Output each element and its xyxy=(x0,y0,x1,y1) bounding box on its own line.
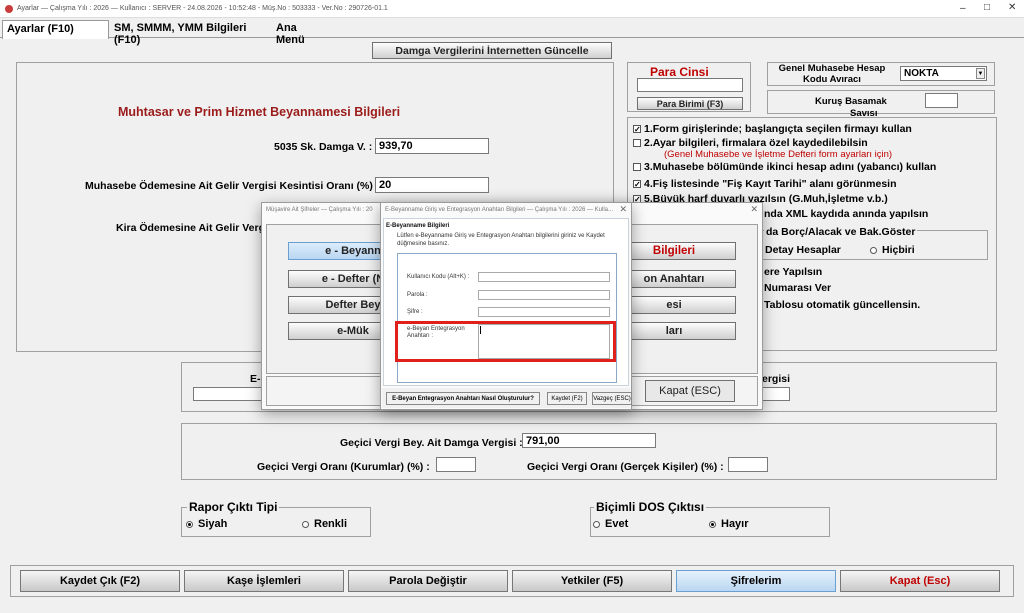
tab-ana-menu[interactable]: Ana Menü xyxy=(272,20,332,46)
tab-ayarlar[interactable]: Ayarlar (F10) xyxy=(2,20,109,39)
gecici-gercek-label: Geçici Vergi Oranı (Gerçek Kişiler) (%) … xyxy=(527,461,724,473)
option-3-label: 3.Muhasebe bölümünde ikinci hesap adını … xyxy=(644,161,937,173)
radio-hicbiri[interactable]: Hiçbiri xyxy=(870,244,915,256)
parola-degistir-button[interactable]: Parola Değiştir xyxy=(348,570,508,592)
radio-evet[interactable]: Evet xyxy=(593,518,628,530)
siyah-label: Siyah xyxy=(198,518,228,530)
vergisi-label: ergisi xyxy=(762,373,791,385)
option-tablosu-label: Tablosu otomatik güncellensin. xyxy=(764,299,921,311)
e-beyan-input-right[interactable] xyxy=(760,387,790,401)
dialog-close-icon[interactable]: ✕ xyxy=(750,204,758,215)
kullanici-kodu-label: Kullanıcı Kodu (Alt+K) : xyxy=(407,274,470,280)
musavir-kapat-button[interactable]: Kapat (ESC) xyxy=(645,380,735,402)
e-beyanname-close-icon[interactable]: ✕ xyxy=(619,204,627,215)
option-xml-label: nda XML kaydıda anında yapılsın xyxy=(764,208,929,220)
kesinti-label: Muhasebe Ödemesine Ait Gelir Vergisi Kes… xyxy=(85,180,380,192)
highlight-box xyxy=(395,321,616,362)
tab-strip: Ayarlar (F10) SM, SMMM, YMM Bilgileri (F… xyxy=(0,18,1024,46)
sifrelerim-button[interactable]: Şifrelerim xyxy=(676,570,836,592)
para-cinsi-input[interactable] xyxy=(637,78,743,92)
radio-hayir-indicator[interactable] xyxy=(709,520,716,528)
e-beyanname-dialog-title: E-Beyanname Giriş ve Entegrasyon Anahtar… xyxy=(385,207,613,213)
kira-label: Kira Ödemesine Ait Gelir Vergi xyxy=(116,222,268,234)
radio-hicbiri-indicator[interactable] xyxy=(870,246,877,254)
option-4-label: 4.Fiş listesinde "Fiş Kayıt Tarihi" alan… xyxy=(644,178,897,190)
gecici-gercek-input[interactable] xyxy=(728,457,768,472)
kaydet-cik-button[interactable]: Kaydet Çık (F2) xyxy=(20,570,180,592)
radio-detay-hesaplar[interactable]: Detay Hesaplar xyxy=(765,244,841,256)
update-damga-button[interactable]: Damga Vergilerini İnternetten Güncelle xyxy=(372,42,612,59)
evet-label: Evet xyxy=(605,518,629,530)
app-icon xyxy=(5,4,13,13)
vazgec-button[interactable]: Vazgeç (ESC) xyxy=(592,392,632,405)
sifre-label: Şifre : xyxy=(407,309,423,315)
option-3-checkbox[interactable]: 3.Muhasebe bölümünde ikinci hesap adını … xyxy=(633,161,936,173)
parola-label: Parola : xyxy=(407,292,428,298)
option-1-label: 1.Form girişlerinde; başlangıçta seçilen… xyxy=(644,123,912,135)
option-4-checkbox[interactable]: ✓ 4.Fiş listesinde "Fiş Kayıt Tarihi" ala… xyxy=(633,178,897,190)
radio-renkli-indicator[interactable] xyxy=(302,520,309,528)
sifre-input[interactable] xyxy=(478,307,610,317)
e-beyanname-section-title: E-Beyanname Bilgileri xyxy=(386,223,450,229)
radio-siyah-indicator[interactable] xyxy=(186,520,193,528)
para-cinsi-title: Para Cinsi xyxy=(650,65,709,79)
detay-label: Detay Hesaplar xyxy=(765,244,841,256)
option-2-checkbox[interactable]: 2.Ayar bilgileri, firmalara özel kaydedi… xyxy=(633,137,868,149)
gecici-damga-input[interactable]: 791,00 xyxy=(522,433,656,448)
borc-alacak-title: da Borç/Alacak ve Bak.Göster xyxy=(764,226,918,238)
window-title: Ayarlar — Çalışma Yılı : 2026 — Kullanıc… xyxy=(17,5,388,12)
radio-siyah[interactable]: Siyah xyxy=(186,518,227,530)
yetkiler-button[interactable]: Yetkiler (F5) xyxy=(512,570,672,592)
dos-title: Biçimli DOS Çıktısı xyxy=(594,500,707,514)
hesap-ayirac-select[interactable]: NOKTA ▼ xyxy=(900,66,987,81)
parola-input[interactable] xyxy=(478,290,610,300)
e-beyan-input-left[interactable] xyxy=(193,387,263,401)
close-icon[interactable]: ✕ xyxy=(1008,2,1016,13)
option-ere-label: ere Yapılsın xyxy=(764,266,823,278)
hesap-ayirac-label-2: Kodu Avıracı xyxy=(803,74,861,85)
hayir-label: Hayır xyxy=(721,518,749,530)
para-birimi-button[interactable]: Para Birimi (F3) xyxy=(637,97,743,110)
chevron-down-icon[interactable]: ▼ xyxy=(976,68,985,79)
kurus-input[interactable] xyxy=(925,93,958,108)
gecici-damga-label: Geçici Vergi Bey. Ait Damga Vergisi : xyxy=(340,437,523,449)
window-title-bar: Ayarlar — Çalışma Yılı : 2026 — Kullanıc… xyxy=(0,0,1024,18)
radio-renkli[interactable]: Renkli xyxy=(302,518,347,530)
damga-label: 5035 Sk. Damga V. : xyxy=(274,141,373,153)
gecici-kurumlar-input[interactable] xyxy=(436,457,476,472)
option-2-label: 2.Ayar bilgileri, firmalara özel kaydedi… xyxy=(644,137,868,149)
damga-input[interactable]: 939,70 xyxy=(375,138,489,154)
gecici-kurumlar-label: Geçici Vergi Oranı (Kurumlar) (%) : xyxy=(257,461,430,473)
option-numarasi-label: Numarası Ver xyxy=(764,282,832,294)
e-beyanname-info: Lütfen e-Beyanname Giriş ve Entegrasyon … xyxy=(397,233,605,247)
minimize-icon[interactable]: – xyxy=(960,3,966,14)
kullanici-kodu-input[interactable] xyxy=(478,272,610,282)
kaydet-button[interactable]: Kaydet (F2) xyxy=(547,392,587,405)
nasil-olusturulur-button[interactable]: E-Beyan Entegrasyon Anahtarı Nasıl Oluşt… xyxy=(386,392,540,405)
kesinti-input[interactable]: 20 xyxy=(375,177,489,193)
muhtasar-title: Muhtasar ve Prim Hizmet Beyannamesi Bilg… xyxy=(118,105,401,119)
kurus-label-1: Kuruş Basamak xyxy=(815,96,887,107)
option-1-checkbox[interactable]: ✓ 1.Form girişlerinde; başlangıçta seçile… xyxy=(633,123,912,135)
radio-evet-indicator[interactable] xyxy=(593,520,600,528)
maximize-icon[interactable]: □ xyxy=(984,2,990,13)
hesap-ayirac-value: NOKTA xyxy=(904,68,939,79)
e-prefix-label: E- xyxy=(250,373,261,385)
option-2-note: (Genel Muhasebe ve İşletme Defteri form … xyxy=(664,149,893,160)
kase-islemleri-button[interactable]: Kaşe İşlemleri xyxy=(184,570,344,592)
hesap-ayirac-label-1: Genel Muhasebe Hesap xyxy=(778,63,886,74)
radio-hayir[interactable]: Hayır xyxy=(709,518,749,530)
tab-sm-smmm-ymm[interactable]: SM, SMMM, YMM Bilgileri (F10) xyxy=(110,20,270,46)
hicbiri-label: Hiçbiri xyxy=(882,244,915,256)
renkli-label: Renkli xyxy=(314,518,348,530)
rapor-title: Rapor Çıktı Tipi xyxy=(187,500,280,514)
kapat-button[interactable]: Kapat (Esc) xyxy=(840,570,1000,592)
